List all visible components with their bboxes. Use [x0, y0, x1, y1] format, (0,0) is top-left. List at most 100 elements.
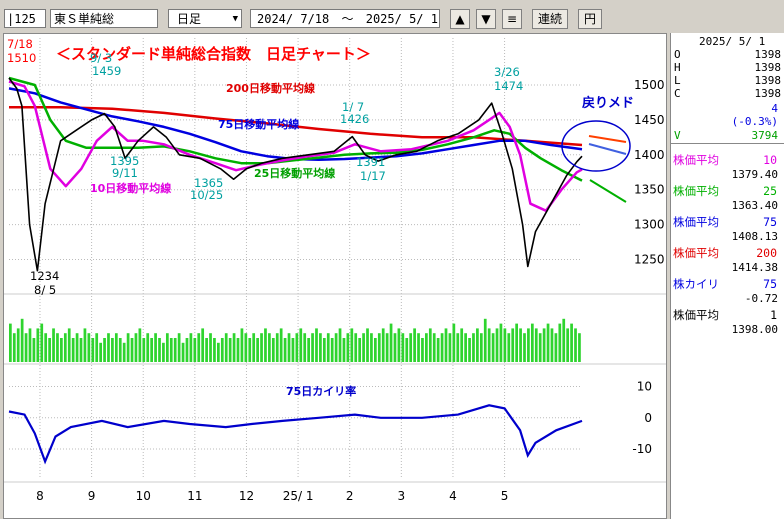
- range-sep: ～: [341, 12, 354, 26]
- volume-bar: [118, 338, 122, 362]
- volume-bar: [315, 328, 318, 362]
- ohlc-key: L: [674, 74, 681, 87]
- volume-bar: [393, 333, 397, 362]
- volume-bar: [275, 333, 279, 362]
- annotation-label: 1234: [30, 269, 59, 283]
- volume-bar: [534, 328, 538, 362]
- indicator-label: 株価平均 25: [671, 184, 781, 198]
- down-button[interactable]: ▼: [476, 9, 496, 29]
- ohlc-key: H: [674, 61, 681, 74]
- annotation-label: 1459: [92, 64, 121, 78]
- renzoku-button[interactable]: 連続: [532, 9, 568, 29]
- indicator-label: 株カイリ 75: [671, 277, 781, 291]
- x-tick-label: 10: [136, 489, 151, 503]
- volume-bar: [205, 338, 208, 362]
- menu-icon: ≡: [506, 12, 518, 26]
- up-button[interactable]: ▲: [450, 9, 470, 29]
- volume-bar: [307, 338, 310, 362]
- annotation-label: 1391: [356, 155, 385, 169]
- volume-bar: [40, 323, 44, 362]
- menu-button[interactable]: ≡: [502, 9, 522, 29]
- volume-bar: [530, 323, 534, 362]
- volume-label: V: [674, 129, 681, 142]
- volume-bar: [487, 328, 491, 362]
- chart-area[interactable]: 8 9 10 11 12 25/ 1 2 3 4 5 1500 1450 1400 1350 1300 125…: [3, 33, 667, 519]
- period-select[interactable]: 日足 ▼: [168, 9, 242, 28]
- yen-button[interactable]: 円: [578, 9, 602, 29]
- volume-bar: [271, 338, 275, 362]
- volume-bar: [169, 338, 173, 362]
- annotation-label: 1474: [494, 79, 523, 93]
- series-line-kairi75: [8, 404, 583, 465]
- volume-bar: [413, 328, 416, 362]
- volume-bar: [114, 333, 118, 362]
- indicator-value: 1398.00: [731, 323, 778, 336]
- ohlc-value: 1398: [754, 61, 782, 74]
- volume-bar: [499, 323, 503, 362]
- volume-bar: [91, 338, 95, 362]
- volume-bar: [130, 338, 134, 362]
- volume-bar: [63, 333, 67, 362]
- volume-bar: [287, 333, 291, 362]
- x-tick-label: 25/ 1: [283, 489, 314, 503]
- volume-value: 3794: [751, 129, 779, 142]
- indicator-period: 10: [763, 153, 777, 167]
- volume-bar: [56, 333, 59, 362]
- indicator-period: 1: [770, 308, 777, 322]
- volume-bar: [440, 333, 444, 362]
- ohlc-value: 1398: [754, 48, 782, 61]
- indicator-name: 株価平均: [673, 184, 719, 198]
- modori-red-line: [588, 135, 627, 143]
- volume-bar: [358, 338, 362, 362]
- volume-bar: [256, 338, 259, 362]
- ohlc-value: 1398: [754, 74, 782, 87]
- volume-bars: [9, 318, 581, 362]
- x-tick-label: 11: [187, 489, 202, 503]
- indicator-label: 株価平均 200: [671, 246, 781, 260]
- indicator-name: 株カイリ: [673, 277, 719, 291]
- volume-bar: [346, 333, 350, 362]
- volume-bar: [252, 333, 256, 362]
- volume-bar: [303, 333, 307, 362]
- indicator-name: 株価平均: [673, 215, 719, 229]
- volume-bar: [16, 328, 20, 362]
- code-field[interactable]: |125: [4, 9, 46, 28]
- name-value: 東Ｓ単純総: [54, 12, 115, 26]
- volume-bar: [546, 323, 550, 362]
- indicator-period: 25: [763, 184, 777, 198]
- volume-bar: [456, 333, 460, 362]
- volume-bar: [397, 328, 401, 362]
- volume-bar: [154, 333, 157, 362]
- volume-bar: [558, 323, 562, 362]
- y-tick-label: 1450: [634, 113, 665, 127]
- renzoku-label: 連続: [537, 12, 562, 26]
- volume-bar: [491, 333, 495, 362]
- volume-bar: [460, 328, 464, 362]
- volume-bar: [111, 338, 114, 362]
- volume-bar: [248, 338, 252, 362]
- indicator-label: 株価平均 1: [671, 308, 781, 322]
- side-date: 2025/ 5/ 1: [699, 35, 766, 48]
- modori-blue-line: [588, 143, 627, 155]
- kairi-tick-label: -10: [632, 442, 652, 456]
- volume-bar: [283, 338, 287, 362]
- ohlc-row-h: H 1398: [671, 61, 781, 74]
- volume-bar: [181, 342, 185, 362]
- annotation-label: 10/25: [190, 188, 223, 202]
- volume-bar: [268, 333, 271, 362]
- name-field[interactable]: 東Ｓ単純総: [50, 9, 158, 28]
- volume-bar: [197, 333, 201, 362]
- volume-bar: [326, 333, 330, 362]
- volume-bar: [83, 328, 87, 362]
- volume-bar: [507, 333, 511, 362]
- annotation-label: 1510: [7, 51, 36, 65]
- volume-bar: [311, 333, 314, 362]
- volume-bar: [468, 338, 471, 362]
- date-range-field[interactable]: 2024/ 7/18 ～ 2025/ 5/ 1: [250, 9, 440, 28]
- y-tick-label: 1500: [634, 78, 665, 92]
- volume-bar: [405, 338, 409, 362]
- volume-bar: [381, 328, 385, 362]
- volume-bar: [566, 328, 570, 362]
- volume-bar: [209, 333, 212, 362]
- ohlc-key: C: [674, 87, 681, 100]
